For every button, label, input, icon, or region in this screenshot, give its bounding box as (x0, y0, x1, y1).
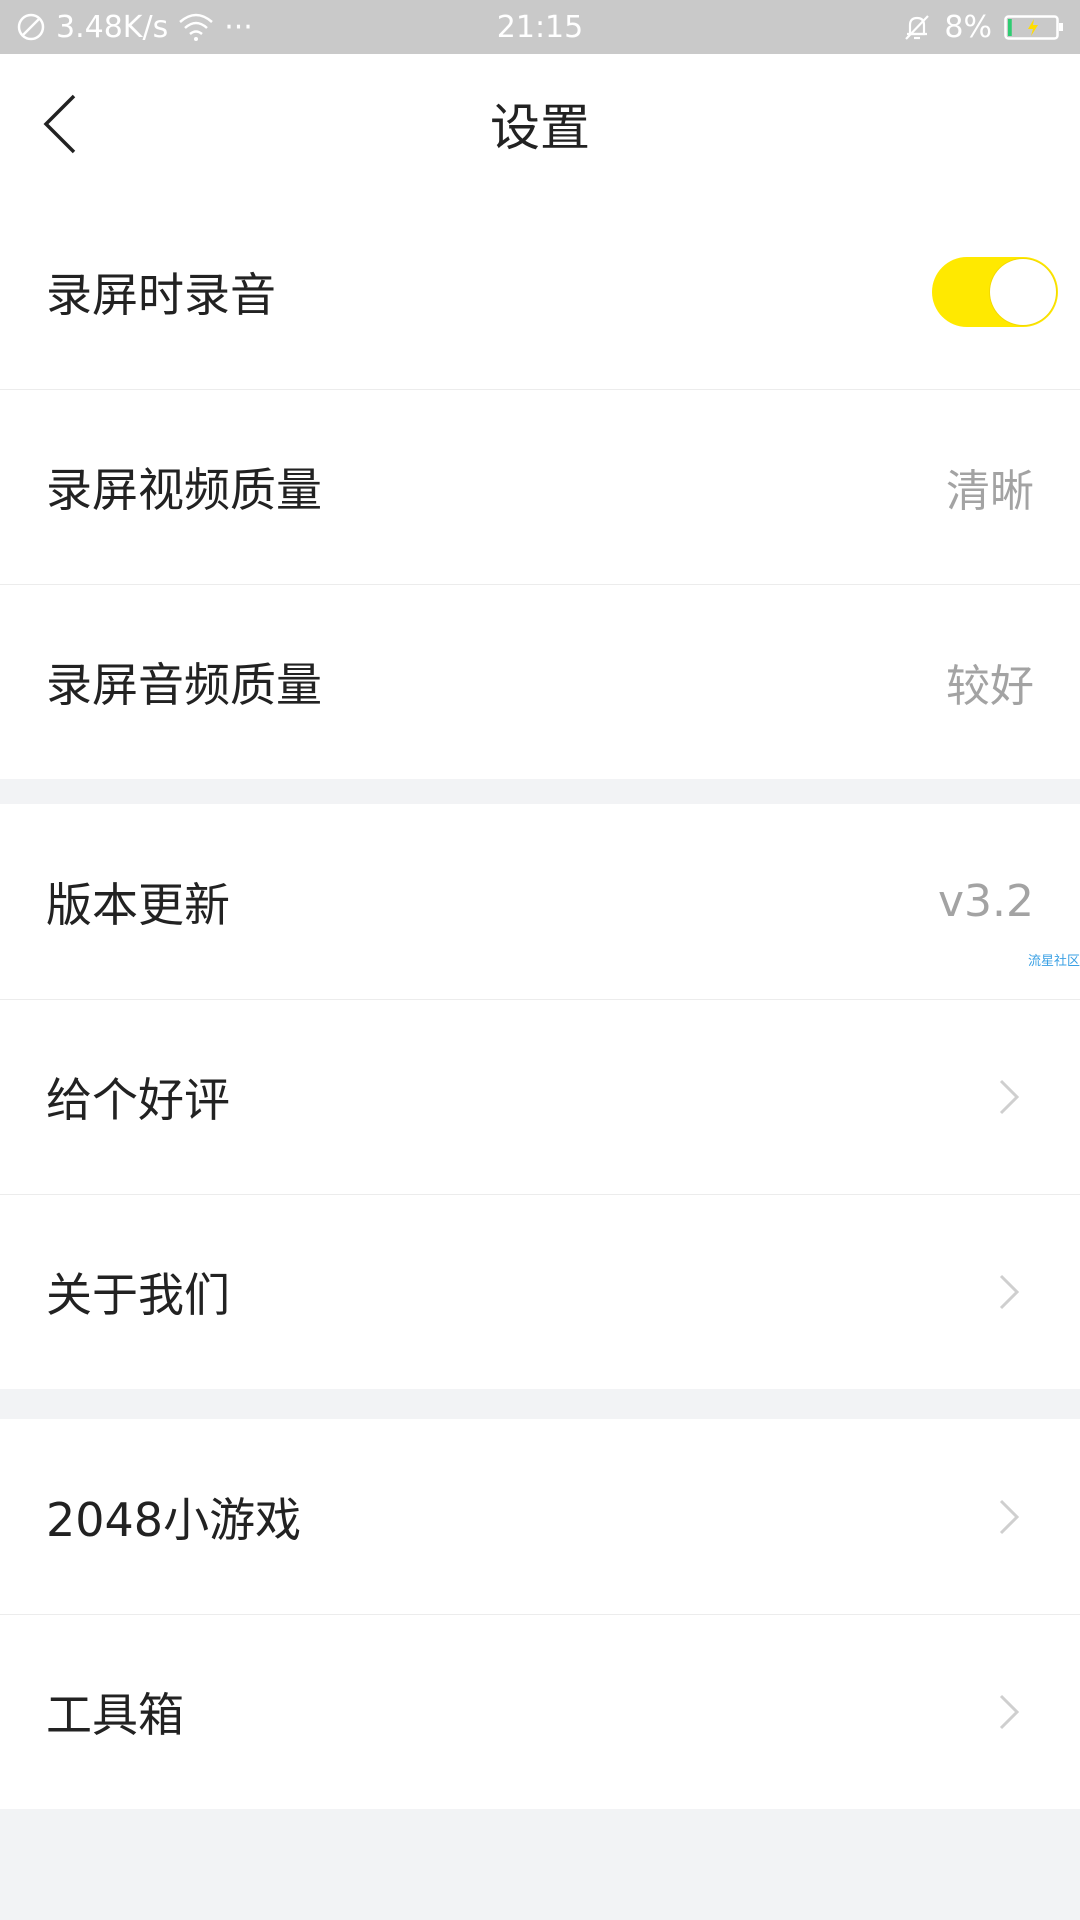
setting-version-update[interactable]: 版本更新 v3.2 (0, 804, 1080, 999)
setting-label: 关于我们 (46, 1268, 230, 1322)
setting-label: 录屏音频质量 (46, 658, 322, 712)
status-bar-right: 8% (902, 0, 1064, 54)
watermark-text: 流星社区 (1027, 954, 1080, 969)
settings-group-about: 版本更新 v3.2 给个好评 关于我们 (0, 804, 1080, 1389)
setting-about-us[interactable]: 关于我们 (0, 1194, 1080, 1389)
battery-percent: 8% (944, 9, 992, 45)
setting-rate-app[interactable]: 给个好评 (0, 999, 1080, 1194)
settings-screen: 3.48K/s ··· 21:15 8% 设置 录屏时录音 录屏视频质量 清晰 … (0, 0, 1080, 1920)
setting-value: 清晰 (946, 466, 1034, 517)
chevron-right-icon (994, 1270, 1024, 1314)
setting-toolbox[interactable]: 工具箱 (0, 1614, 1080, 1809)
settings-group-extras: 2048小游戏 工具箱 (0, 1419, 1080, 1809)
page-title: 设置 (490, 99, 590, 157)
setting-value: 较好 (946, 661, 1034, 712)
setting-label: 录屏视频质量 (46, 463, 322, 517)
toggle-knob (990, 258, 1056, 325)
bell-muted-icon (902, 12, 932, 42)
app-header: 设置 (0, 54, 1080, 194)
clock: 21:15 (496, 9, 584, 45)
setting-2048-game[interactable]: 2048小游戏 (0, 1419, 1080, 1614)
setting-label: 录屏时录音 (46, 267, 276, 322)
settings-group-recording: 录屏时录音 录屏视频质量 清晰 录屏音频质量 较好 (0, 194, 1080, 779)
chevron-right-icon (994, 1495, 1024, 1539)
version-value: v3.2 (937, 876, 1034, 927)
setting-record-audio[interactable]: 录屏时录音 (0, 194, 1080, 389)
status-bar: 3.48K/s ··· 21:15 8% (0, 0, 1080, 54)
setting-label: 给个好评 (46, 1073, 230, 1127)
chevron-right-icon (994, 1075, 1024, 1119)
setting-label: 版本更新 (46, 877, 230, 932)
chevron-right-icon (994, 1690, 1024, 1734)
record-audio-toggle[interactable] (932, 256, 1058, 327)
setting-video-quality[interactable]: 录屏视频质量 清晰 (0, 389, 1080, 584)
battery-charging-icon (1004, 12, 1064, 42)
setting-label: 工具箱 (46, 1688, 184, 1742)
setting-label: 2048小游戏 (46, 1492, 302, 1547)
setting-audio-quality[interactable]: 录屏音频质量 较好 (0, 584, 1080, 779)
